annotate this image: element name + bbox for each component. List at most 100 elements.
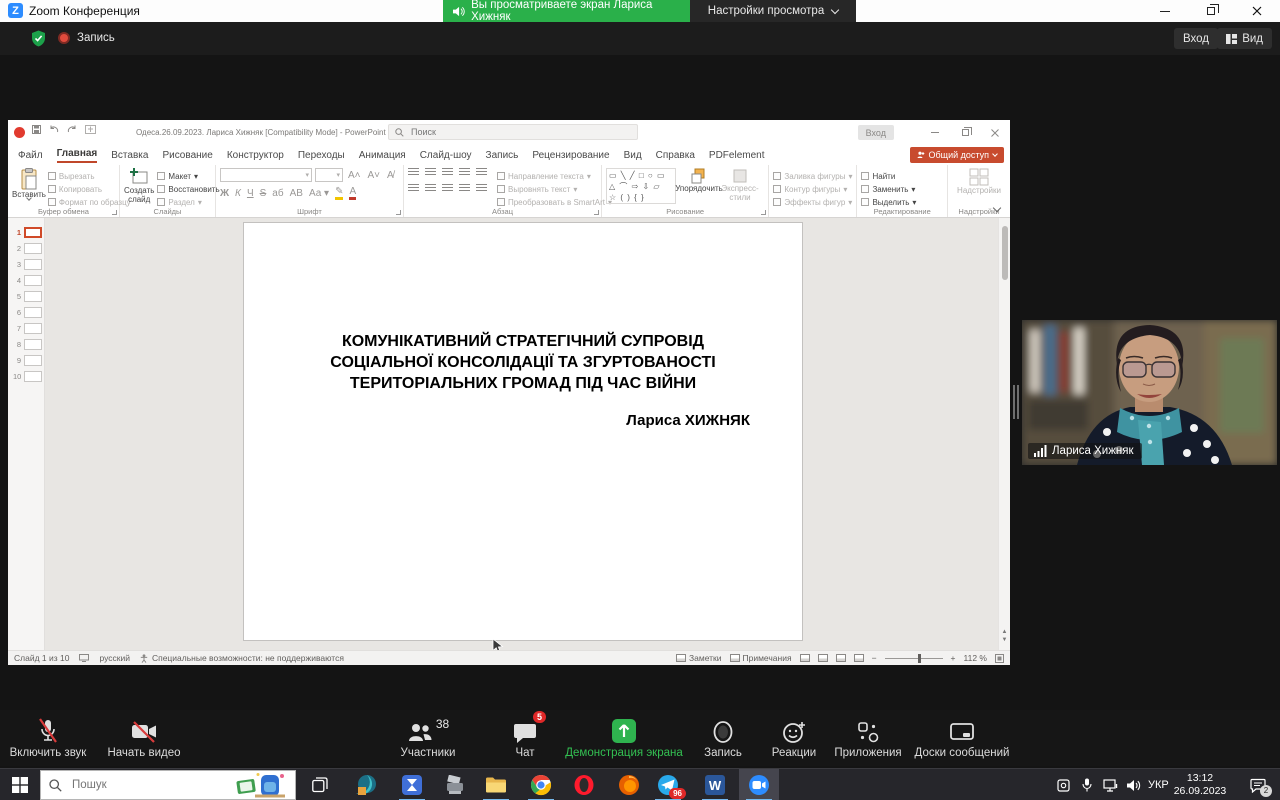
strikethrough-button[interactable]: S <box>260 188 267 199</box>
tray-mic-icon[interactable] <box>1076 769 1098 800</box>
align-text-button[interactable]: Выровнять текст ▾ <box>497 183 612 195</box>
slide-thumbnail[interactable]: 4 <box>8 272 45 288</box>
shape-fill-button[interactable]: Заливка фигуры ▾ <box>773 170 852 182</box>
window-restore-button[interactable] <box>1188 0 1234 22</box>
ppt-search-box[interactable] <box>388 124 638 140</box>
tab-transitions[interactable]: Переходы <box>298 150 345 163</box>
start-video-button[interactable]: Начать видео <box>96 717 192 759</box>
apps-button[interactable]: Приложения <box>828 717 908 759</box>
prev-next-slide-buttons[interactable]: ▲▼ <box>999 628 1010 644</box>
language-indicator[interactable]: УКР <box>1148 779 1169 791</box>
bold-button[interactable]: Ж <box>220 188 229 199</box>
redo-icon[interactable] <box>67 125 77 134</box>
slide-thumbnail[interactable]: 6 <box>8 304 45 320</box>
taskbar-clock[interactable]: 13:12 26.09.2023 <box>1168 772 1232 798</box>
opera-icon[interactable] <box>564 769 604 800</box>
find-button[interactable]: Найти <box>861 170 943 182</box>
ppt-share-button[interactable]: Общий доступ <box>910 147 1004 163</box>
spacing-button[interactable]: АВ <box>290 188 303 199</box>
arrange-button[interactable]: Упорядочить <box>680 168 718 204</box>
ppt-vertical-scrollbar[interactable]: ▲▼ <box>998 218 1010 650</box>
slide-thumbnail[interactable]: 10 <box>8 368 45 384</box>
shrink-font-icon[interactable]: А˅ <box>368 170 381 181</box>
slide-thumbnail[interactable]: 2 <box>8 240 45 256</box>
taskbar-search-input[interactable] <box>70 778 210 792</box>
italic-button[interactable]: К <box>235 188 241 199</box>
participants-button[interactable]: 38 Участники <box>382 717 474 759</box>
cut-button[interactable]: Вырезать <box>48 170 131 182</box>
record-button[interactable]: Запись <box>693 717 753 759</box>
tab-animations[interactable]: Анимация <box>359 150 406 163</box>
app-icon-printer[interactable] <box>435 769 475 800</box>
view-button[interactable]: Вид <box>1217 28 1272 49</box>
numbering-icon[interactable] <box>425 168 436 177</box>
font-size-combo[interactable]: ▾ <box>315 168 343 182</box>
zoom-level[interactable]: 112 % <box>964 653 987 663</box>
replace-button[interactable]: Заменить ▾ <box>861 183 943 195</box>
ppt-restore-button[interactable] <box>950 120 980 145</box>
shapes-gallery[interactable]: ▭ ╲ ╱ □ ○ ▭△ ⌒ ⇨ ⇩ ▱☆ ( ) { } <box>606 168 676 204</box>
app-icon-media[interactable] <box>347 769 387 800</box>
addins-button[interactable]: Надстройки <box>952 168 1006 195</box>
tray-network-icon[interactable] <box>1098 769 1122 800</box>
slide-canvas[interactable]: КОМУНІКАТИВНИЙ СТРАТЕГІЧНИЙ СУПРОВІД СОЦ… <box>243 222 803 641</box>
slideshow-view-button[interactable] <box>854 654 864 662</box>
reading-view-button[interactable] <box>836 654 846 662</box>
bullets-icon[interactable] <box>408 168 419 177</box>
zoom-in-button[interactable]: + <box>951 653 956 663</box>
zoom-slider-knob[interactable] <box>918 654 921 663</box>
taskbar-search[interactable] <box>40 770 296 800</box>
zoom-app-icon[interactable] <box>739 769 779 800</box>
columns-icon[interactable] <box>476 184 487 193</box>
tab-home[interactable]: Главная <box>57 148 98 163</box>
zoom-slider[interactable] <box>885 658 943 659</box>
whiteboards-button[interactable]: Доски сообщений <box>912 717 1012 759</box>
accessibility-status[interactable]: Специальные возможности: не поддерживают… <box>140 653 344 663</box>
slide-sorter-view-button[interactable] <box>818 654 828 662</box>
window-close-button[interactable] <box>1234 0 1280 22</box>
tray-capture-icon[interactable] <box>1052 769 1074 800</box>
ppt-signin-button[interactable]: Вход <box>858 125 894 140</box>
mute-button[interactable]: Включить звук <box>2 717 94 759</box>
justify-icon[interactable] <box>459 184 470 193</box>
slide-thumbnail[interactable]: 3 <box>8 256 45 272</box>
file-explorer-icon[interactable] <box>476 769 516 800</box>
scrollbar-thumb[interactable] <box>1002 226 1008 280</box>
paste-button[interactable]: Вставить <box>12 168 46 208</box>
chat-button[interactable]: 5 Чат <box>495 717 555 759</box>
align-left-icon[interactable] <box>408 184 419 193</box>
reactions-button[interactable]: Реакции <box>759 717 829 759</box>
zoom-out-button[interactable]: − <box>872 653 877 663</box>
text-direction-button[interactable]: Направление текста ▾ <box>497 170 612 182</box>
copy-button[interactable]: Копировать <box>48 183 131 195</box>
shape-effects-button[interactable]: Эффекты фигур ▾ <box>773 196 852 208</box>
normal-view-button[interactable] <box>800 654 810 662</box>
language-indicator[interactable]: русский <box>99 653 130 663</box>
slide-thumbnail[interactable]: 5 <box>8 288 45 304</box>
signin-button[interactable]: Вход <box>1174 28 1218 49</box>
participant-video-tile[interactable]: Лариса Хижняк <box>1022 320 1277 465</box>
tab-pdfelement[interactable]: PDFelement <box>709 150 765 163</box>
undo-icon[interactable] <box>49 125 59 134</box>
touch-mode-icon[interactable] <box>85 125 96 134</box>
font-dialog-launcher[interactable] <box>396 210 401 215</box>
grow-font-icon[interactable]: А˄ <box>348 170 361 181</box>
ppt-search-input[interactable] <box>409 126 609 138</box>
align-center-icon[interactable] <box>425 184 436 193</box>
font-name-combo[interactable]: ▾ <box>220 168 312 182</box>
slide-thumbnail[interactable]: 1 <box>8 224 45 240</box>
app-icon-blue[interactable] <box>392 769 432 800</box>
task-view-button[interactable] <box>300 769 340 800</box>
tab-slideshow[interactable]: Слайд-шоу <box>420 150 472 163</box>
comments-button[interactable]: Примечания <box>730 653 792 663</box>
tab-design[interactable]: Конструктор <box>227 150 284 163</box>
tab-draw[interactable]: Рисование <box>162 150 212 163</box>
tab-help[interactable]: Справка <box>656 150 695 163</box>
notes-button[interactable]: Заметки <box>676 653 722 663</box>
tab-file[interactable]: Файл <box>18 150 43 163</box>
window-minimize-button[interactable] <box>1142 0 1188 22</box>
slide-thumbnail[interactable]: 8 <box>8 336 45 352</box>
tab-review[interactable]: Рецензирование <box>532 150 609 163</box>
ppt-minimize-button[interactable] <box>920 120 950 145</box>
chrome-icon[interactable] <box>521 769 561 800</box>
